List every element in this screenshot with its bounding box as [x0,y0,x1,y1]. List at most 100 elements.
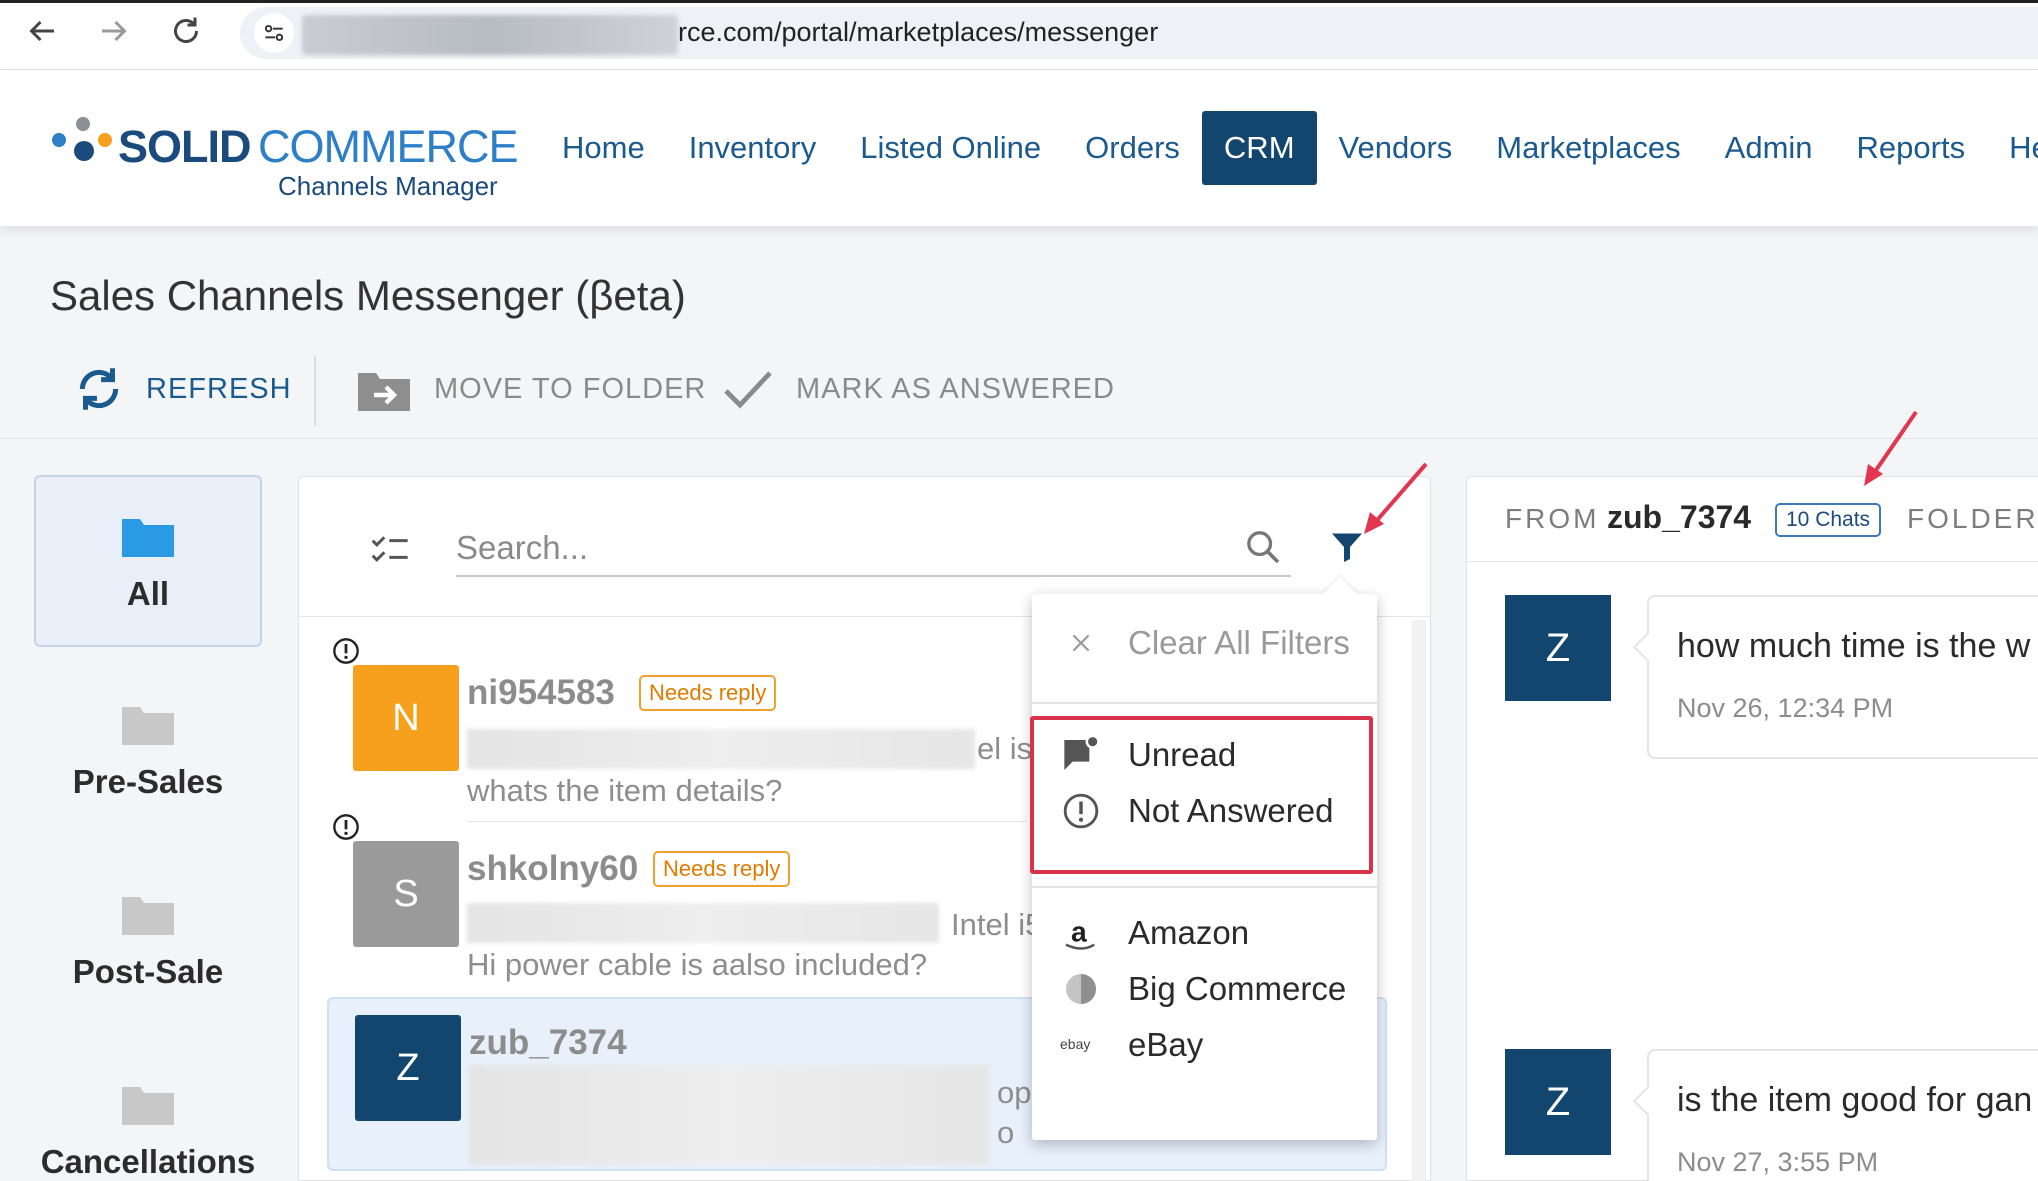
alert-circle-icon [1060,790,1102,832]
nav-marketplaces[interactable]: Marketplaces [1474,111,1702,185]
chats-count-badge[interactable]: 10 Chats [1775,503,1882,537]
nav-admin[interactable]: Admin [1703,111,1835,185]
folder-label: Cancellations [40,1143,256,1180]
filter-option-not-answered[interactable]: Not Answered [1032,778,1377,844]
annotation-arrow-icon [1864,410,1918,486]
svg-text:ebay: ebay [1060,1036,1090,1052]
forward-icon[interactable] [96,13,132,49]
reload-icon[interactable] [168,13,204,49]
folder-icon [122,519,174,557]
nav-listed-online[interactable]: Listed Online [838,111,1063,185]
unread-chat-icon [1060,734,1102,776]
mark-as-answered-label: MARK AS ANSWERED [796,372,1115,405]
folder-icon [122,897,174,935]
nav-home[interactable]: Home [540,111,667,185]
checkmark-icon [724,371,772,409]
not-answered-alert-icon [333,638,359,664]
filter-dropdown-menu: Clear All Filters Unread Not Answered a … [1032,577,1377,1140]
refresh-icon [79,368,119,410]
chat-panel: FROM zub_7374 10 Chats FOLDER Z how much… [1466,476,2038,1181]
avatar: Z [355,1015,461,1121]
url-text: rce.com/portal/marketplaces/messenger [678,17,1159,47]
chat-message-time: Nov 27, 3:55 PM [1677,1147,1879,1177]
blurred-message-preview [467,903,939,943]
bubble-tail [1632,632,1662,662]
folder-pre-sales[interactable]: Pre-Sales [34,665,262,837]
toolbar-divider [314,356,316,426]
site-info-icon[interactable] [254,13,294,53]
message-preview-fragment: o [997,1115,1015,1150]
nav-orders[interactable]: Orders [1063,111,1202,185]
avatar: S [353,841,459,947]
logo-subtitle: Channels Manager [278,171,498,201]
nav-inventory[interactable]: Inventory [667,111,839,185]
avatar: N [353,665,459,771]
chat-avatar: Z [1505,1049,1611,1155]
chat-folder-label: FOLDER [1907,503,2038,534]
filter-option-label: eBay [1128,1026,1204,1063]
chat-message-time: Nov 26, 12:34 PM [1677,693,1894,723]
message-preview: whats the item details? [467,773,783,808]
clear-all-filters-label: Clear All Filters [1128,624,1350,661]
search-input[interactable] [456,521,1291,577]
nav-vendors[interactable]: Vendors [1317,111,1475,185]
clear-all-filters-option[interactable]: Clear All Filters [1032,610,1377,676]
message-preview-fragment: op [997,1075,1032,1110]
solid-commerce-logo[interactable]: SOLID COMMERCE Channels Manager [50,113,518,201]
bubble-tail [1632,1086,1662,1116]
menu-separator [1032,886,1377,888]
filter-option-label: Unread [1128,736,1237,773]
select-checklist-icon[interactable] [371,531,411,567]
logo-word-solid: SOLID [118,121,252,172]
refresh-button[interactable]: REFRESH [74,346,292,432]
chat-message-bubble: how much time is the w Nov 26, 12:34 PM [1632,595,2038,759]
action-toolbar: REFRESH MOVE TO FOLDER MARK AS ANSWERED [0,346,2038,432]
mark-as-answered-button[interactable]: MARK AS ANSWERED [722,346,1115,432]
nav-crm[interactable]: CRM [1201,111,1317,185]
move-to-folder-label: MOVE TO FOLDER [434,372,707,405]
nav-reports[interactable]: Reports [1835,111,1988,185]
chat-message-text: how much time is the w [1677,627,2031,665]
conversation-username: ni954583 [467,673,615,712]
folder-label: All [126,575,170,612]
main-nav: Home Inventory Listed Online Orders CRM … [540,111,2038,185]
address-bar[interactable]: rce.com/portal/marketplaces/messenger [240,7,2038,59]
svg-text:a: a [1071,916,1087,948]
browser-toolbar: rce.com/portal/marketplaces/messenger [0,0,2038,70]
chat-message-text: is the item good for gan [1677,1081,2033,1119]
folder-icon [122,707,174,745]
amazon-logo-icon: a [1060,912,1102,954]
message-preview: Hi power cable is aalso included? [467,947,928,982]
filter-option-label: Not Answered [1128,792,1334,829]
page-title: Sales Channels Messenger (βeta) [50,272,686,319]
ebay-logo-icon: ebay [1060,1024,1102,1066]
menu-separator [1032,702,1377,704]
move-to-folder-button[interactable]: MOVE TO FOLDER [356,346,706,432]
refresh-label: REFRESH [146,372,292,405]
folder-label: Post-Sale [72,953,224,990]
chat-username: zub_7374 [1607,499,1752,535]
chat-header: FROM zub_7374 10 Chats FOLDER [1467,477,2038,562]
folder-cancellations[interactable]: Cancellations [34,1045,262,1181]
blurred-message-preview [469,1065,989,1165]
app-header: SOLID COMMERCE Channels Manager Home Inv… [0,71,2038,226]
folder-all[interactable]: All [34,475,262,647]
chat-message-bubble: is the item good for gan Nov 27, 3:55 PM [1632,1049,2038,1181]
filter-option-label: Big Commerce [1128,970,1347,1007]
message-preview-fragment: el is [977,731,1033,766]
folder-post-sale[interactable]: Post-Sale [34,855,262,1027]
chat-from-label: FROM [1505,503,1600,534]
nav-help[interactable]: He [1987,111,2038,185]
filter-option-label: Amazon [1128,914,1250,951]
logo-dots-icon [50,113,120,173]
needs-reply-badge: Needs reply [639,675,777,711]
search-icon[interactable] [1243,527,1283,567]
conversation-username: zub_7374 [469,1023,627,1062]
message-preview-fragment: Intel i5 [951,907,1043,942]
back-icon[interactable] [24,13,60,49]
bigcommerce-logo-icon [1060,968,1102,1010]
list-scrollbar[interactable] [1412,620,1426,1181]
folder-arrow-icon [358,373,410,411]
filter-option-ebay[interactable]: ebay eBay [1032,1012,1377,1078]
conversation-username: shkolny60 [467,849,639,888]
